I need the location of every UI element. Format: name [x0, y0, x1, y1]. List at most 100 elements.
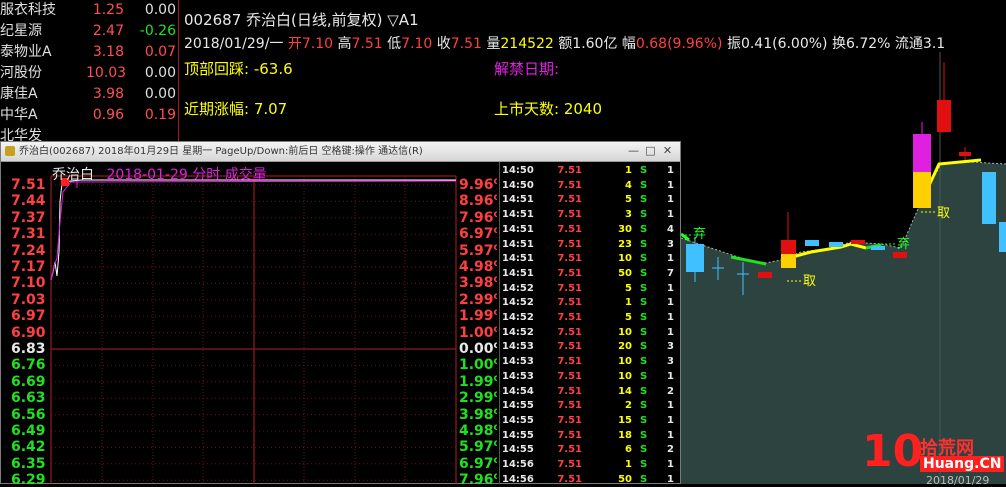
top-pullback-label: 顶部回踩:: [184, 60, 254, 78]
stock-price: 10.03: [86, 65, 127, 81]
signal-marker-2: 取: [803, 274, 816, 289]
tick-price: 7.51: [557, 179, 582, 191]
stock-change: 0.07: [144, 44, 176, 60]
tick-count: 7: [667, 267, 674, 279]
price-axis-label: 6.90: [11, 324, 46, 341]
stock-list-row[interactable]: 服衣科技 1.25 0.00: [0, 0, 180, 21]
maximize-icon[interactable]: □: [644, 145, 657, 157]
tick-time: 14:50: [502, 179, 534, 191]
tick-side: S: [640, 253, 648, 265]
percent-axis-label: 3.98%: [459, 406, 497, 423]
percent-axis-label: 7.96%: [459, 209, 497, 226]
tick-price: 7.51: [557, 282, 582, 294]
close-icon[interactable]: ✕: [661, 145, 674, 157]
tick-count: 3: [667, 356, 674, 368]
stock-list-row[interactable]: 中华A 0.96 0.19: [0, 105, 180, 126]
tick-price: 7.51: [557, 370, 582, 382]
price-axis-label: 7.10: [11, 275, 46, 292]
tick-row: 14:51 7.51 5 S 1: [500, 193, 681, 207]
tick-row: 14:52 7.51 5 S 1: [500, 311, 681, 325]
tick-side: S: [640, 312, 648, 323]
tick-time: 14:53: [502, 356, 534, 368]
tick-time: 14:51: [502, 223, 534, 235]
price-axis-label: 6.76: [11, 357, 46, 374]
tick-count: 1: [667, 414, 674, 426]
tick-row: 14:50 7.51 4 S 1: [500, 179, 681, 193]
tick-side: S: [640, 209, 648, 221]
tick-count: 2: [667, 444, 674, 456]
percent-axis-label: 9.96%: [459, 177, 497, 193]
intraday-header: 乔治白 2018-01-29 分时 成交量: [52, 164, 267, 184]
tick-row: 14:51 7.51 10 S 1: [500, 252, 681, 266]
tick-price: 7.51: [557, 238, 582, 250]
tick-row: 14:55 7.51 6 S 2: [500, 443, 681, 457]
tick-time: 14:54: [502, 385, 534, 397]
chart-title: 002687 乔治白(日线,前复权) ▽A1: [184, 11, 419, 29]
tick-price: 7.51: [557, 253, 582, 265]
stock-list-row[interactable]: 纪星源 2.47 -0.26: [0, 21, 180, 42]
stock-change: 0.19: [144, 107, 176, 123]
percent-axis-label: 6.97%: [459, 455, 497, 472]
tick-detail-list[interactable]: 14:50 7.51 1 S 1 14:50 7.51 4 S 1 14:51 7.51 5 S 1 14:5…: [499, 162, 681, 484]
price-axis-label: 7.44: [11, 193, 46, 210]
amplitude-label: 振: [726, 36, 741, 52]
stock-list-row[interactable]: 泰物业A 3.18 0.07: [0, 42, 180, 63]
amount-label: 额: [558, 36, 573, 52]
tick-side: S: [640, 165, 648, 176]
tick-time: 14:55: [502, 429, 534, 441]
tick-time: 14:52: [502, 282, 534, 294]
tick-time: 14:50: [502, 165, 534, 176]
panel-divider: [178, 0, 179, 145]
watermark-date: 2018/01/29: [926, 474, 990, 487]
dialog-titlebar[interactable]: 乔治白(002687) 2018年01月29日 星期一 PageUp/Down:…: [1, 142, 680, 162]
listing-days-label: 上市天数:: [494, 100, 564, 118]
candle-4: [758, 272, 772, 278]
tick-price: 7.51: [557, 429, 582, 441]
tick-price: 7.51: [557, 356, 582, 368]
minimize-icon[interactable]: —: [627, 145, 640, 157]
stock-list-row[interactable]: 康佳A 3.98 0.00: [0, 84, 180, 105]
stock-list-row[interactable]: 河股份 10.03 0.00: [0, 63, 180, 84]
stock-change: 0.00: [144, 65, 176, 81]
tick-count: 1: [667, 282, 674, 294]
intraday-dialog[interactable]: 乔治白(002687) 2018年01月29日 星期一 PageUp/Down:…: [0, 141, 681, 484]
tick-row: 14:52 7.51 1 S 1: [500, 296, 681, 310]
tick-price: 7.51: [557, 400, 582, 412]
quote-date: 2018/01/29/一: [184, 36, 284, 52]
tick-price: 7.51: [557, 194, 582, 206]
tick-price: 7.51: [557, 459, 582, 470]
low-label: 低: [387, 36, 402, 52]
tick-row: 14:53 7.51 10 S 3: [500, 355, 681, 369]
tick-count: 1: [667, 400, 674, 412]
stock-change: 0.00: [144, 86, 176, 102]
tick-count: 4: [667, 223, 674, 235]
tick-volume: 23: [618, 238, 632, 250]
tick-side: S: [640, 414, 648, 426]
tick-time: 14:53: [502, 341, 534, 353]
intraday-chart[interactable]: 乔治白 2018-01-29 分时 成交量 7.51 7.44 7.37 7.31 7.…: [1, 162, 497, 484]
tick-volume: 1: [625, 297, 632, 309]
listing-days-indicator: 上市天数: 2040: [494, 98, 602, 119]
intraday-stock-name: 乔治白: [52, 167, 94, 183]
percent-axis-label: 5.97%: [459, 242, 497, 259]
kline-chart: 弃 取 弃 取: [681, 52, 1006, 484]
candle-17: [999, 222, 1006, 252]
percent-axis-label: 1.99%: [459, 308, 497, 325]
price-axis-label: 6.69: [11, 373, 46, 390]
dialog-title: 乔治白(002687) 2018年01月29日 星期一 PageUp/Down:…: [19, 146, 423, 157]
recent-gain-label: 近期涨幅:: [184, 100, 254, 118]
tick-row: 14:55 7.51 18 S 1: [500, 429, 681, 443]
top-pullback-value: -63.6: [253, 60, 293, 78]
tick-price: 7.51: [557, 444, 582, 456]
tick-count: 1: [667, 459, 674, 470]
candle-12: [913, 172, 931, 208]
tick-count: 1: [667, 253, 674, 265]
tick-volume: 1: [625, 165, 632, 176]
candle-10: [871, 246, 885, 250]
tick-time: 14:55: [502, 400, 534, 412]
tick-side: S: [640, 473, 648, 484]
tick-side: S: [640, 194, 648, 206]
open-label: 开: [287, 36, 302, 52]
turnover-value: 6.72%: [845, 36, 891, 52]
tick-volume: 20: [618, 341, 632, 353]
